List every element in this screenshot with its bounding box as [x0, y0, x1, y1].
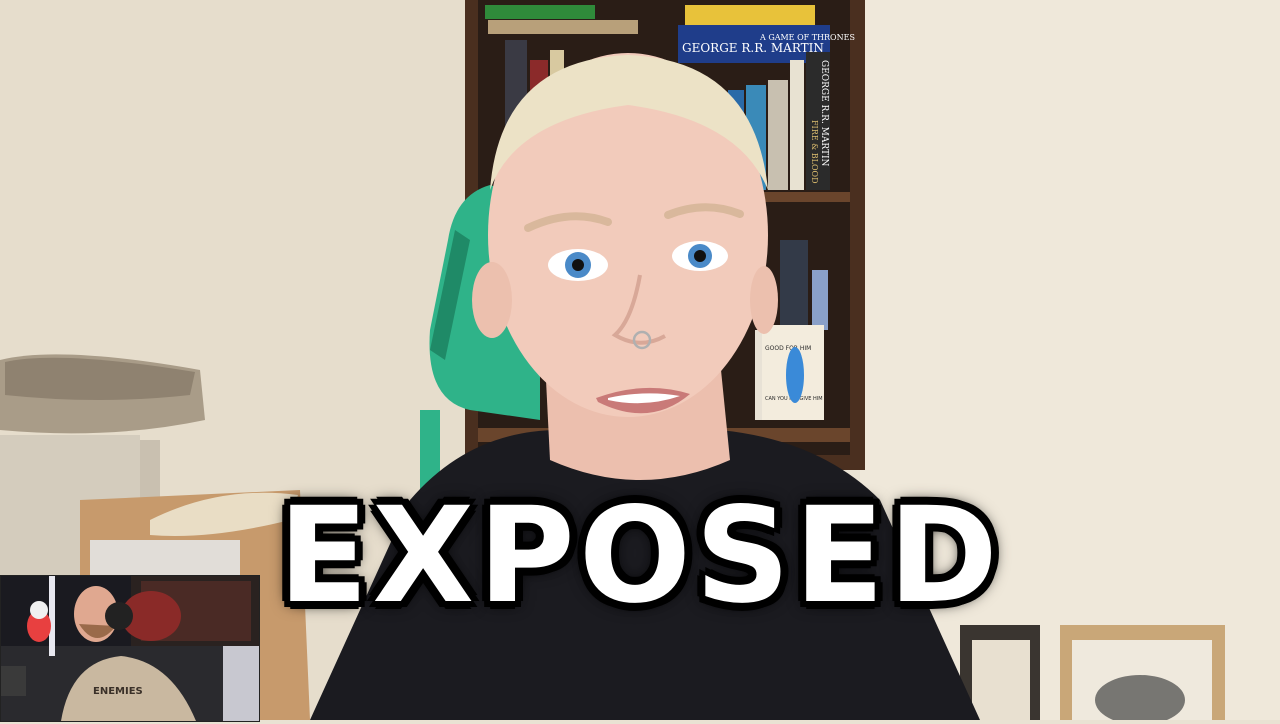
person-ear-left [472, 262, 512, 338]
picture-frames [960, 625, 1225, 724]
book-cover-1: GOOD FOR HIM [765, 345, 811, 352]
streamer-webcam-pip: ENEMIES [0, 575, 260, 722]
book-spine-1: GEORGE R.R. MARTIN [682, 41, 824, 55]
person-ear-right [750, 266, 778, 334]
book-spine-4: FIRE & BLOOD [810, 120, 819, 184]
pip-shirt-text: ENEMIES [93, 686, 143, 697]
book-spine-3: GEORGE R.R. MARTIN [819, 60, 829, 167]
book-spine-2: A GAME OF THRONES [759, 33, 855, 42]
video-frame: GEORGE R.R. MARTIN A GAME OF THRONES GEO… [0, 0, 1280, 724]
